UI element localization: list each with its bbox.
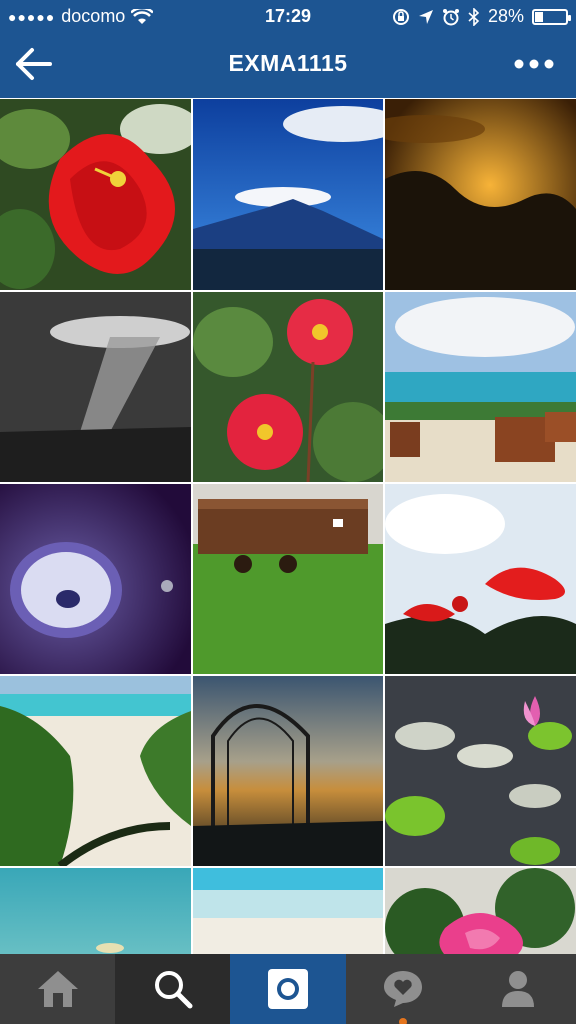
tab-home[interactable] bbox=[0, 954, 115, 1024]
photo-iron-arch bbox=[193, 676, 383, 866]
photo-mountain bbox=[193, 99, 383, 290]
photo-tile[interactable] bbox=[0, 99, 191, 290]
photo-red-hibiscus bbox=[0, 99, 191, 290]
more-options-icon[interactable] bbox=[514, 54, 554, 74]
photo-tile[interactable] bbox=[193, 676, 383, 866]
photo-tile[interactable] bbox=[385, 868, 576, 954]
photo-beach-path bbox=[0, 676, 191, 866]
location-icon bbox=[418, 9, 433, 24]
search-icon bbox=[154, 971, 193, 1009]
photo-tile[interactable] bbox=[193, 99, 383, 290]
battery-percent: 28% bbox=[487, 6, 524, 26]
battery-fill bbox=[535, 11, 543, 22]
photo-pink-hibiscus bbox=[385, 868, 576, 954]
photo-tile[interactable] bbox=[385, 99, 576, 290]
photo-tile[interactable] bbox=[0, 292, 191, 482]
tab-camera[interactable] bbox=[230, 954, 346, 1024]
nav-bar: EXMA1115 bbox=[0, 32, 576, 98]
alarm-icon bbox=[442, 8, 459, 25]
tab-bar bbox=[0, 954, 576, 1024]
top-bar: ●●●●● docomo 17:29 28% EXMA1115 bbox=[0, 0, 576, 98]
photo-sunset-clouds bbox=[385, 99, 576, 290]
photo-red-flowers-sky bbox=[385, 484, 576, 674]
photo-tile[interactable] bbox=[0, 484, 191, 674]
photo-tile[interactable] bbox=[0, 676, 191, 866]
photo-dahlias bbox=[193, 292, 383, 482]
tab-activity[interactable] bbox=[346, 954, 461, 1024]
home-icon bbox=[37, 971, 78, 1007]
photo-lotus-pond bbox=[385, 676, 576, 866]
orientation-lock-icon bbox=[392, 8, 409, 25]
profile-icon bbox=[502, 971, 535, 1007]
photo-sun-rays bbox=[0, 292, 191, 482]
photo-ocean-terrace bbox=[385, 292, 576, 482]
photo-tile[interactable] bbox=[385, 484, 576, 674]
activity-badge bbox=[399, 1018, 408, 1024]
photo-mine-cart bbox=[193, 484, 383, 674]
photo-tile[interactable] bbox=[193, 292, 383, 482]
photo-tile[interactable] bbox=[385, 676, 576, 866]
photo-tile[interactable] bbox=[193, 868, 383, 954]
activity-icon bbox=[384, 971, 423, 1007]
photo-teal-horizon bbox=[0, 868, 191, 954]
photo-white-beach bbox=[193, 868, 383, 954]
camera-icon bbox=[268, 969, 308, 1009]
photo-purple-light bbox=[0, 484, 191, 674]
photo-tile[interactable] bbox=[0, 868, 191, 954]
battery-icon bbox=[532, 8, 571, 25]
page-title: EXMA1115 bbox=[228, 50, 348, 76]
status-bar: ●●●●● docomo 17:29 28% bbox=[0, 0, 576, 32]
photo-grid bbox=[0, 99, 576, 954]
photo-tile[interactable] bbox=[193, 484, 383, 674]
bluetooth-icon bbox=[468, 7, 480, 26]
photo-tile[interactable] bbox=[385, 292, 576, 482]
tab-profile[interactable] bbox=[461, 954, 576, 1024]
tab-search[interactable] bbox=[115, 954, 231, 1024]
